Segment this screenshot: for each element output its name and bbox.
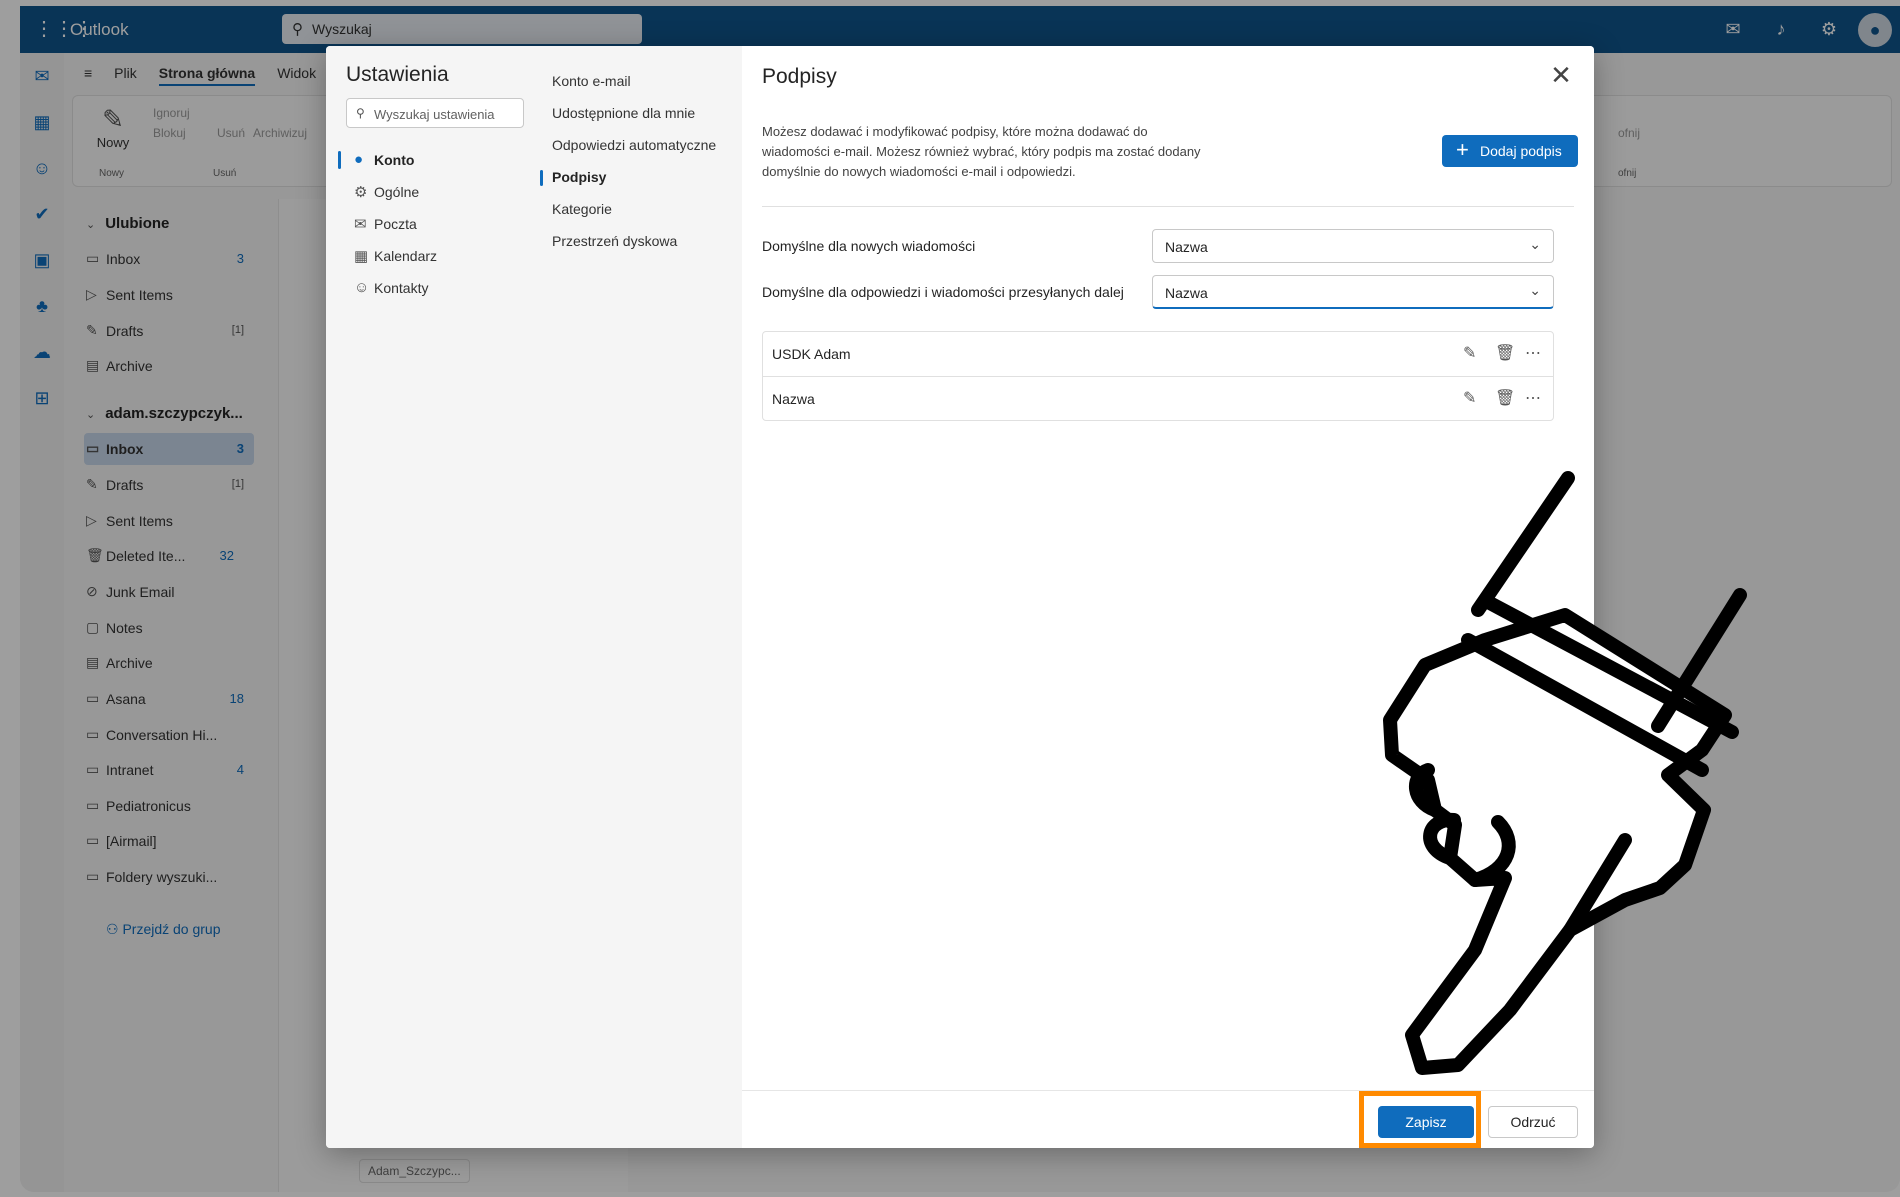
subcategory-signatures[interactable]: Podpisy (540, 164, 732, 190)
category-mail[interactable]: ✉ Poczta (338, 210, 528, 238)
category-account[interactable]: ● Konto (338, 146, 528, 174)
settings-search-input[interactable]: ⚲ Wyszukaj ustawienia (346, 98, 524, 128)
category-calendar[interactable]: ▦ Kalendarz (338, 242, 528, 270)
subcategory-storage[interactable]: Przestrzeń dyskowa (552, 228, 732, 254)
default-reply-select[interactable]: Nazwa ⌄ (1152, 275, 1554, 309)
edit-icon[interactable]: ✎ (1463, 388, 1476, 408)
person-icon: ● (354, 151, 364, 168)
default-reply-value: Nazwa (1165, 285, 1208, 301)
default-reply-label: Domyślne dla odpowiedzi i wiadomości prz… (762, 284, 1124, 300)
subcategory-email-account[interactable]: Konto e-mail (552, 68, 732, 94)
category-contacts[interactable]: ☺ Kontakty (338, 274, 528, 302)
plus-icon: + (1456, 137, 1469, 162)
category-label: Ogólne (374, 184, 420, 200)
discard-button[interactable]: Odrzuć (1488, 1106, 1578, 1138)
category-label: Kalendarz (374, 248, 438, 264)
settings-title: Ustawienia (346, 63, 449, 86)
default-new-label: Domyślne dla nowych wiadomości (762, 238, 976, 254)
subcategory-categories[interactable]: Kategorie (552, 196, 732, 222)
more-icon[interactable]: ⋯ (1525, 343, 1541, 363)
category-label: Kontakty (374, 280, 429, 296)
subcategory-shared[interactable]: Udostępnione dla mnie (552, 100, 732, 126)
signature-name: Nazwa (772, 391, 815, 407)
signature-name: USDK Adam (772, 346, 851, 362)
default-new-select[interactable]: Nazwa ⌄ (1152, 229, 1554, 263)
panel-title: Podpisy (762, 65, 837, 88)
settings-search-placeholder: Wyszukaj ustawienia (374, 107, 495, 122)
panel-description: Możesz dodawać i modyfikować podpisy, kt… (762, 124, 1201, 179)
category-label: Konto (374, 152, 415, 168)
more-icon[interactable]: ⋯ (1525, 388, 1541, 408)
signature-list: USDK Adam ✎ 🗑 ⋯ Nazwa ✎ 🗑 ⋯ (762, 331, 1554, 421)
trash-icon[interactable]: 🗑 (1495, 388, 1515, 408)
edit-icon[interactable]: ✎ (1463, 343, 1476, 363)
gear-icon: ⚙ (354, 184, 368, 201)
calendar-icon: ▦ (354, 248, 369, 265)
chevron-down-icon: ⌄ (1529, 282, 1541, 298)
chevron-down-icon: ⌄ (1529, 236, 1541, 252)
people-icon: ☺ (354, 279, 370, 296)
search-icon: ⚲ (356, 106, 365, 120)
category-label: Poczta (374, 216, 417, 232)
mail-icon: ✉ (354, 216, 367, 233)
signature-row[interactable]: Nazwa ✎ 🗑 ⋯ (763, 376, 1553, 420)
add-signature-button[interactable]: + Dodaj podpis (1442, 135, 1578, 167)
add-signature-label: Dodaj podpis (1480, 143, 1562, 159)
category-general[interactable]: ⚙ Ogólne (338, 178, 528, 206)
divider (762, 206, 1574, 207)
settings-nav: Ustawienia ⚲ Wyszukaj ustawienia ● Konto … (326, 46, 742, 1148)
signature-row[interactable]: USDK Adam ✎ 🗑 ⋯ (763, 332, 1553, 376)
subcategory-auto-replies[interactable]: Odpowiedzi automatyczne (552, 132, 732, 158)
trash-icon[interactable]: 🗑 (1495, 343, 1515, 363)
pointing-hand-icon (1383, 471, 1747, 1075)
default-new-value: Nazwa (1165, 239, 1208, 255)
close-icon[interactable]: ✕ (1548, 62, 1574, 89)
save-highlight-box (1359, 1091, 1481, 1148)
